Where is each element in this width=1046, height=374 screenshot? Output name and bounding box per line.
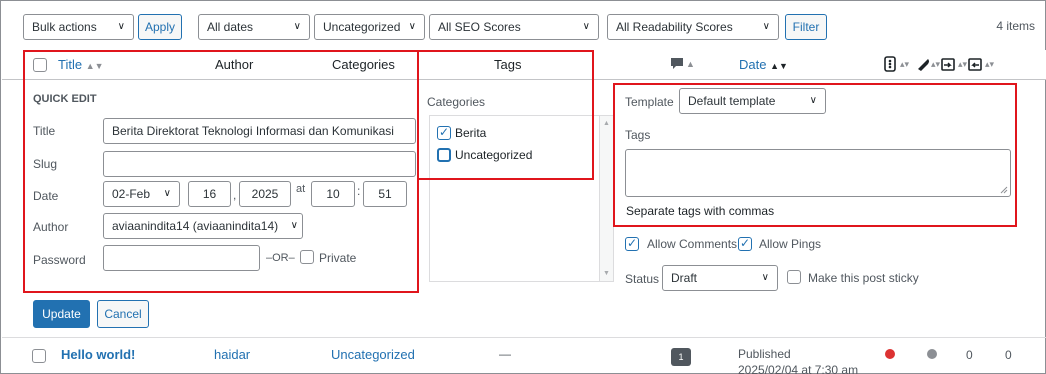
category-filter-label: Uncategorized	[323, 20, 401, 34]
comment-count-badge[interactable]: 1	[671, 348, 691, 366]
scroll-down-icon[interactable]: ▼	[603, 270, 610, 277]
highlight-box-tags	[417, 50, 594, 180]
seo-score-label: All SEO Scores	[438, 20, 521, 34]
chevron-down-icon: ∨	[762, 21, 770, 32]
svg-text:▴▾: ▴▾	[958, 59, 968, 69]
dates-filter-select[interactable]: All dates ∨	[198, 14, 310, 40]
comment-count: 1	[678, 352, 684, 362]
chevron-down-icon: ∨	[408, 21, 416, 32]
link-count-outgoing: 0	[966, 348, 973, 362]
bulk-actions-select[interactable]: Bulk actions ∨	[23, 14, 134, 40]
row-checkbox[interactable]	[32, 349, 46, 363]
chevron-down-icon: ∨	[582, 21, 590, 32]
sticky-checkbox[interactable]	[787, 270, 801, 284]
apply-button[interactable]: Apply	[138, 14, 182, 40]
comments-column-icon[interactable]: ▲	[670, 56, 696, 75]
post-tags: —	[499, 347, 511, 361]
status-select[interactable]: Draft ∨	[662, 265, 778, 291]
readability-score-label: All Readability Scores	[616, 20, 733, 34]
scroll-up-icon[interactable]: ▲	[603, 120, 610, 127]
update-button[interactable]: Update	[33, 300, 90, 328]
post-category-link[interactable]: Uncategorized	[331, 347, 415, 362]
cancel-button[interactable]: Cancel	[97, 300, 149, 328]
post-datetime: 2025/02/04 at 7:30 am	[738, 363, 859, 374]
bulk-actions-label: Bulk actions	[32, 20, 97, 34]
category-scrollbar[interactable]: ▲ ▼	[599, 116, 613, 281]
chevron-down-icon: ∨	[117, 21, 125, 32]
column-date[interactable]: Date ▲▼	[739, 57, 788, 72]
svg-text:▲: ▲	[686, 59, 695, 69]
readability-score-select[interactable]: All Readability Scores ∨	[607, 14, 779, 40]
svg-text:▴▾: ▴▾	[985, 59, 995, 69]
chevron-down-icon: ∨	[293, 21, 301, 32]
status-value: Draft	[671, 271, 698, 285]
seo-score-select[interactable]: All SEO Scores ∨	[429, 14, 599, 40]
post-title-link[interactable]: Hello world!	[61, 347, 135, 362]
post-status: Published	[738, 347, 791, 361]
column-date-label: Date	[739, 57, 767, 72]
link-count-incoming: 0	[1005, 348, 1012, 362]
category-filter-select[interactable]: Uncategorized ∨	[314, 14, 425, 40]
highlight-box-right	[613, 83, 1017, 227]
sticky-label: Make this post sticky	[808, 271, 919, 285]
allow-pings-label: Allow Pings	[759, 237, 822, 251]
readability-score-dot	[927, 349, 937, 359]
sort-icon: ▲▼	[770, 61, 788, 71]
allow-comments-label: Allow Comments	[647, 237, 738, 251]
allow-pings-checkbox[interactable]	[738, 236, 752, 251]
seo-column-icons[interactable]: ▴▾ ▴▾ ▴▾ ▴▾	[882, 55, 1042, 76]
chevron-down-icon: ∨	[761, 272, 769, 283]
highlight-box-left	[23, 50, 419, 293]
post-author-link[interactable]: haidar	[214, 347, 250, 362]
item-count: 4 items	[996, 19, 1035, 33]
status-label: Status	[625, 272, 660, 286]
post-list-panel: Bulk actions ∨ Apply All dates ∨ Uncateg…	[0, 0, 1046, 374]
row-divider	[2, 337, 1046, 338]
filter-button[interactable]: Filter	[785, 14, 827, 40]
allow-comments-checkbox[interactable]	[625, 236, 639, 251]
seo-score-dot	[885, 349, 895, 359]
dates-filter-label: All dates	[207, 20, 254, 34]
svg-text:▴▾: ▴▾	[931, 59, 941, 69]
svg-text:▴▾: ▴▾	[900, 59, 910, 69]
